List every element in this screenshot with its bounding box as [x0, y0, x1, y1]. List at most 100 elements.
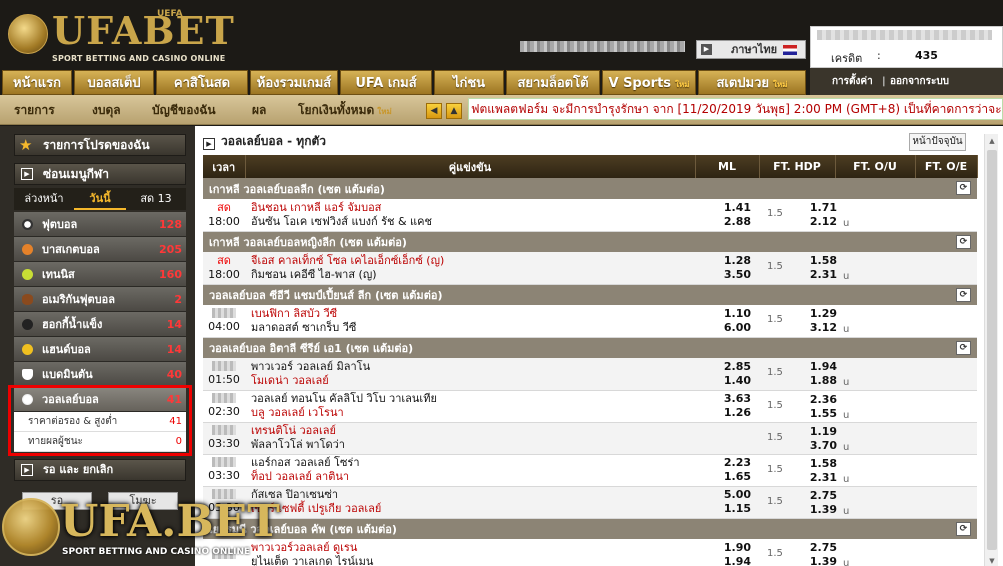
- refresh-icon[interactable]: ⟳: [956, 340, 971, 355]
- home-team[interactable]: พาวเวอร์ วอลเลย์ มิลาโน: [251, 360, 695, 374]
- ml-home-odds[interactable]: 1.90: [695, 541, 751, 555]
- scroll-up-arrow-icon[interactable]: ▲: [985, 136, 999, 146]
- hdp-away-odds[interactable]: 2.31: [805, 471, 837, 485]
- tab-home[interactable]: หน้าแรก: [2, 70, 72, 95]
- ml-away-odds[interactable]: 1.65: [695, 470, 751, 484]
- hdp-away-odds[interactable]: 1.88: [805, 374, 837, 388]
- tab-game-room[interactable]: ห้องรวมเกมส์: [250, 70, 338, 95]
- subnav-results[interactable]: ผล: [252, 95, 266, 125]
- away-team[interactable]: อันซัน โอเค เซฟวิงส์ แบงก์ รัช & แคช: [251, 215, 695, 229]
- scroll-thumb[interactable]: [987, 150, 997, 550]
- home-team[interactable]: กัสเซล ปิอาเซนซ่า: [251, 488, 695, 502]
- hdp-away-odds[interactable]: 1.55: [805, 407, 837, 421]
- current-page-button[interactable]: หน้าปัจจุบัน: [909, 133, 966, 151]
- hdp-away-odds[interactable]: 1.39: [805, 503, 837, 517]
- refresh-icon[interactable]: ⟳: [956, 521, 971, 536]
- subnav-transfer-all[interactable]: โยกเงินทั้งหมด ใหม่: [298, 95, 392, 125]
- subnav-bet-list[interactable]: รายการ: [14, 95, 55, 125]
- ml-away-odds[interactable]: 1.26: [695, 406, 751, 420]
- my-favorites-button[interactable]: ★ รายการโปรดของฉัน: [14, 134, 186, 156]
- tab-today[interactable]: วันนี้: [74, 188, 126, 210]
- sport-item-basketball[interactable]: บาสเกตบอล 205: [14, 237, 186, 262]
- home-team[interactable]: อินชอน เกาหลี แอร์ จัมบอส: [251, 201, 695, 215]
- hide-sports-menu-button[interactable]: ▶ ซ่อนเมนูกีฬา: [14, 163, 186, 185]
- hdp-home-odds[interactable]: 2.75: [805, 541, 837, 555]
- hdp-home-odds[interactable]: 2.75: [805, 489, 837, 503]
- away-team[interactable]: โมเดน่า วอลเลย์: [251, 374, 695, 388]
- refresh-icon[interactable]: ⟳: [956, 287, 971, 302]
- tab-live-casino[interactable]: คาสิโนสด: [156, 70, 248, 95]
- hdp-away-odds[interactable]: 1.39: [805, 555, 837, 566]
- tab-siam-lotto[interactable]: สยามล็อตโต้: [506, 70, 600, 95]
- ml-away-odds[interactable]: 3.50: [695, 268, 751, 282]
- away-team[interactable]: ท็อป วอลเลย์ ลาตินา: [251, 470, 695, 484]
- sport-item-badminton[interactable]: แบดมินตัน 40: [14, 362, 186, 387]
- hdp-line: 1.5: [767, 399, 783, 411]
- tab-step[interactable]: บอลสเต็ป: [74, 70, 154, 95]
- oe-cell: [915, 486, 977, 519]
- ml-home-odds[interactable]: 1.28: [695, 254, 751, 268]
- hdp-away-odds[interactable]: 3.70: [805, 439, 837, 453]
- home-team[interactable]: จีเอส คาลเท็กซ์ โซล เคไอเอ็กซ์เอ็กซ์ (ญ): [251, 254, 695, 268]
- scroll-down-arrow-icon[interactable]: ▼: [985, 556, 999, 566]
- ml-home-odds[interactable]: 3.63: [695, 392, 751, 406]
- brand-logo[interactable]: UFABET: [52, 12, 235, 50]
- away-team[interactable]: บลู วอลเลย์ เวโรนา: [251, 406, 695, 420]
- home-team[interactable]: เบนฟิกา ลิสบัว วีซี: [251, 307, 695, 321]
- hdp-away-odds[interactable]: 2.12: [805, 215, 837, 229]
- hdp-away-odds[interactable]: 2.31: [805, 268, 837, 282]
- tab-boxing-step[interactable]: สเตปมวย ใหม่: [698, 70, 806, 95]
- home-team[interactable]: วอลเลย์ ทอนโน คัลลิโป วิโบ วาเลนเทีย: [251, 392, 695, 406]
- ml-home-odds[interactable]: 2.85: [695, 360, 751, 374]
- ml-away-odds[interactable]: 2.88: [695, 215, 751, 229]
- masked-date: [212, 393, 236, 403]
- refresh-icon[interactable]: ⟳: [956, 234, 971, 249]
- masked-date: [212, 457, 236, 467]
- home-team[interactable]: แอร์กอส วอลเลย์ โซร่า: [251, 456, 695, 470]
- subnav-statement[interactable]: งบดุล: [92, 95, 121, 125]
- ml-home-odds[interactable]: 2.23: [695, 456, 751, 470]
- home-team[interactable]: พาวเวอร์วอลเลย์ ดูเรน: [251, 541, 695, 555]
- hdp-home-odds[interactable]: 1.19: [805, 425, 837, 439]
- sport-item-american-football[interactable]: อเมริกันฟุตบอล 2: [14, 287, 186, 312]
- ml-home-odds[interactable]: 5.00: [695, 488, 751, 502]
- ml-home-odds[interactable]: 1.41: [695, 201, 751, 215]
- hdp-home-odds[interactable]: 1.71: [805, 201, 837, 215]
- tab-cockfight[interactable]: ไก่ชน: [434, 70, 504, 95]
- sport-item-football[interactable]: ฟุตบอล 128: [14, 212, 186, 237]
- away-team[interactable]: เซอร์ เซฟตี้ เปรูเกีย วอลเลย์: [251, 502, 695, 516]
- tab-ufa-games[interactable]: UFA เกมส์: [340, 70, 432, 95]
- hdp-home-odds[interactable]: 1.58: [805, 457, 837, 471]
- away-team[interactable]: กิมชอน เคอีซี ไฮ-พาส (ญ): [251, 268, 695, 282]
- away-team[interactable]: ยูไนเต็ด วาเลเกด ไรน์เมน: [251, 555, 695, 566]
- ml-home-odds[interactable]: 1.10: [695, 307, 751, 321]
- away-team[interactable]: พัลลาโวโล่ พาโดว่า: [251, 438, 695, 452]
- refresh-icon[interactable]: ⟳: [956, 181, 971, 195]
- tab-v-sports[interactable]: V Sports ใหม่: [602, 70, 696, 95]
- ticker-up-arrow-icon[interactable]: ▲: [446, 103, 462, 119]
- pending-void-header[interactable]: ▶ รอ และ ยกเลิก: [14, 459, 186, 481]
- vertical-scrollbar[interactable]: ▲ ▼: [984, 134, 998, 566]
- ml-away-odds[interactable]: 1.15: [695, 502, 751, 516]
- logout-link[interactable]: ออกจากระบบ: [890, 68, 949, 95]
- hdp-home-odds[interactable]: 1.94: [805, 360, 837, 374]
- sport-item-ice-hockey[interactable]: ฮอกกี้น้ำแข็ง 14: [14, 312, 186, 337]
- settings-link[interactable]: การตั้งค่า: [832, 68, 873, 95]
- subnav-my-account[interactable]: บัญชีของฉัน: [152, 95, 216, 125]
- tab-live[interactable]: สด 13: [126, 188, 186, 210]
- ml-away-odds[interactable]: 6.00: [695, 321, 751, 335]
- home-team[interactable]: เทรนติโน่ วอลเลย์: [251, 424, 695, 438]
- tab-early[interactable]: ล่วงหน้า: [14, 188, 74, 210]
- ticker-prev-arrow-icon[interactable]: ◀: [426, 103, 442, 119]
- hdp-away-odds[interactable]: 3.12: [805, 321, 837, 335]
- language-selector[interactable]: ▶ ภาษาไทย: [696, 40, 806, 59]
- ml-away-odds[interactable]: 1.94: [695, 555, 751, 566]
- hdp-home-odds[interactable]: 1.58: [805, 254, 837, 268]
- match-time: 03:30: [208, 469, 240, 482]
- sport-item-tennis[interactable]: เทนนิส 160: [14, 262, 186, 287]
- hdp-home-odds[interactable]: 2.36: [805, 393, 837, 407]
- away-team[interactable]: มลาดอสต์ ซาเกร็บ วีซี: [251, 321, 695, 335]
- sport-item-handball[interactable]: แฮนด์บอล 14: [14, 337, 186, 362]
- ml-away-odds[interactable]: 1.40: [695, 374, 751, 388]
- hdp-home-odds[interactable]: 1.29: [805, 307, 837, 321]
